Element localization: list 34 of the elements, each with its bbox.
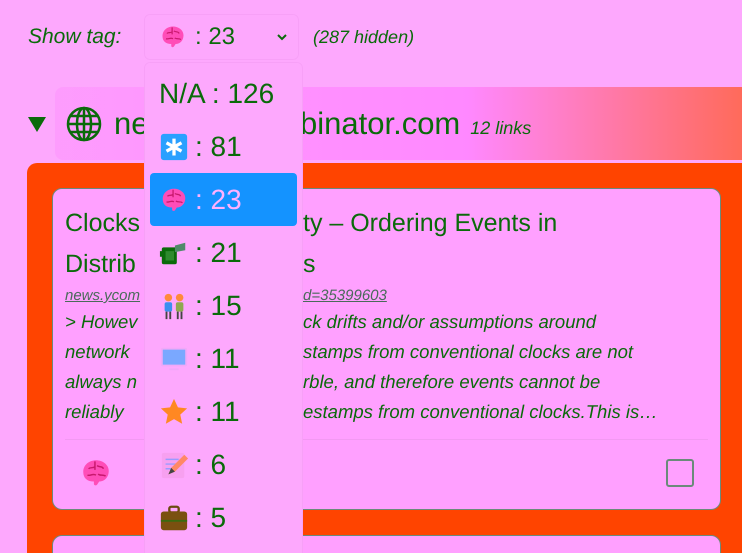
star-icon: [159, 396, 189, 426]
link-description: always n: [65, 370, 138, 394]
asterisk-icon: [159, 132, 189, 162]
tag-option[interactable]: : 21: [150, 226, 297, 279]
link-count: 12 links: [470, 118, 532, 139]
link-url[interactable]: news.ycom: [65, 285, 144, 307]
tag-option[interactable]: : 11: [150, 385, 297, 438]
tag-option[interactable]: N/A : 126: [150, 67, 297, 120]
briefcase-icon: [159, 502, 189, 532]
link-title: Distrib: [65, 249, 137, 280]
domain-name: binator.com: [300, 106, 460, 142]
link-url[interactable]: d=35399603: [303, 285, 708, 307]
select-checkbox[interactable]: [666, 459, 694, 487]
link-description: reliably: [65, 400, 126, 424]
tag-option[interactable]: : 11: [150, 332, 297, 385]
link-description: network: [65, 340, 132, 364]
link-title: Clocks: [65, 208, 142, 239]
link-description: rble, and therefore events cannot be: [303, 370, 602, 394]
hidden-count: (287 hidden): [313, 26, 414, 48]
chevron-icon: [276, 33, 288, 41]
link-description: estamps from conventional clocks.This is…: [303, 400, 659, 424]
tag-option[interactable]: : 6: [150, 438, 297, 491]
link-description: stamps from conventional clocks are not: [303, 340, 634, 364]
expanded-triangle-icon[interactable]: [28, 114, 46, 132]
link-title: ty – Ordering Events in: [303, 208, 558, 239]
filter-label: Show tag:: [28, 25, 122, 49]
tag-option[interactable]: : 5: [150, 491, 297, 544]
link-description: ck drifts and/or assumptions around: [303, 310, 598, 334]
link-title: s: [303, 249, 316, 280]
tag-option[interactable]: : 15: [150, 279, 297, 332]
globe-icon: [66, 106, 102, 142]
tag-select[interactable]: : 23: [144, 14, 299, 60]
link-description: > Howev: [65, 310, 140, 334]
tag-option[interactable]: : 81: [150, 120, 297, 173]
